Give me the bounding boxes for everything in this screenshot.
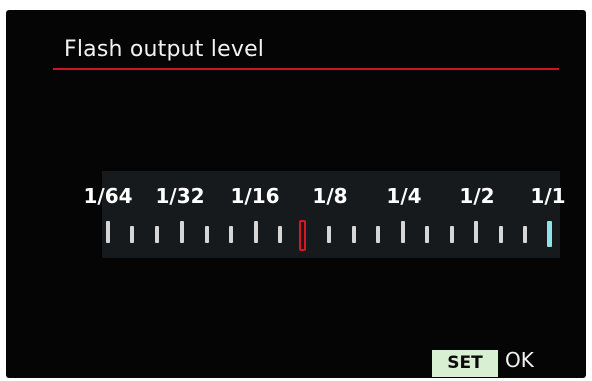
scale-tick xyxy=(254,221,258,243)
scale-tick xyxy=(523,226,527,243)
scale-label-1-16: 1/16 xyxy=(230,184,280,208)
title-divider xyxy=(53,68,559,70)
scale-tick xyxy=(229,226,233,243)
scale-label-1-4: 1/4 xyxy=(386,184,422,208)
scale-tick xyxy=(205,226,209,243)
scale-tick xyxy=(352,226,356,243)
menu-title: Flash output level xyxy=(64,37,265,62)
scale-tick xyxy=(278,226,282,243)
scale-tick xyxy=(327,226,331,243)
scale-label-1-64: 1/64 xyxy=(83,184,133,208)
scale-label-1-2: 1/2 xyxy=(459,184,495,208)
scale-tick xyxy=(180,221,184,243)
scale-label-1-32: 1/32 xyxy=(155,184,205,208)
ok-label: OK xyxy=(505,348,534,372)
scale-label-1-1: 1/1 xyxy=(530,184,566,208)
scale-tick xyxy=(106,221,110,243)
scale-end-marker xyxy=(547,221,552,247)
selected-level-cursor[interactable] xyxy=(299,220,306,251)
scale-label-1-8: 1/8 xyxy=(312,184,348,208)
scale-tick xyxy=(401,221,405,243)
scale-tick xyxy=(376,226,380,243)
scale-tick xyxy=(425,226,429,243)
scale-tick xyxy=(474,221,478,243)
scale-tick xyxy=(450,226,454,243)
scale-tick xyxy=(130,226,134,243)
set-button[interactable]: SET xyxy=(432,350,498,377)
scale-tick xyxy=(155,226,159,243)
scale-tick xyxy=(499,226,503,243)
